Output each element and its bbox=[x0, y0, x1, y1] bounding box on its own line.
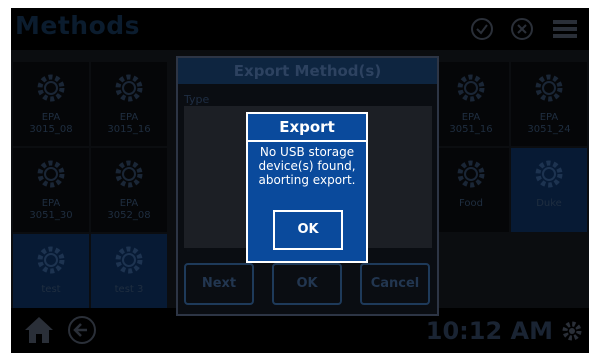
method-tile[interactable]: test bbox=[13, 234, 89, 318]
method-label: Duke bbox=[536, 198, 562, 209]
method-tile[interactable]: EPA 3051_16 bbox=[433, 62, 509, 146]
home-icon[interactable] bbox=[23, 315, 55, 349]
device-screen: Methods EPA 3015_08 EPA 3015_16 EPA 3051… bbox=[11, 8, 589, 353]
gear-icon bbox=[115, 246, 143, 274]
method-tile[interactable]: EPA 3051_24 bbox=[511, 62, 587, 146]
top-bar: Methods bbox=[11, 8, 589, 50]
menu-icon[interactable] bbox=[552, 17, 577, 41]
settings-gear-icon[interactable] bbox=[561, 320, 583, 346]
alert-ok-button[interactable]: OK bbox=[273, 210, 343, 250]
method-tile[interactable]: Duke bbox=[511, 148, 587, 232]
clock: 10:12 AM bbox=[425, 317, 553, 345]
gear-icon bbox=[115, 160, 143, 188]
alert-message: No USB storage device(s) found, aborting… bbox=[258, 145, 356, 187]
method-label: EPA 3051_24 bbox=[527, 112, 571, 135]
gear-icon bbox=[535, 74, 563, 102]
method-tile[interactable]: EPA 3052_08 bbox=[91, 148, 167, 232]
export-alert-dialog: Export No USB storage device(s) found, a… bbox=[246, 112, 368, 263]
gear-icon bbox=[457, 74, 485, 102]
method-label: test bbox=[41, 284, 61, 295]
method-tile[interactable]: test 3 bbox=[91, 234, 167, 318]
gear-icon bbox=[115, 74, 143, 102]
method-tile[interactable]: EPA 3051_30 bbox=[13, 148, 89, 232]
method-label: EPA 3015_16 bbox=[107, 112, 151, 135]
type-label: Type bbox=[184, 93, 210, 106]
method-tile[interactable]: EPA 3015_08 bbox=[13, 62, 89, 146]
cancel-button[interactable]: Cancel bbox=[360, 263, 430, 305]
gear-icon bbox=[37, 160, 65, 188]
method-label: EPA 3052_08 bbox=[107, 198, 151, 221]
page-title: Methods bbox=[15, 11, 141, 40]
method-label: EPA 3051_16 bbox=[449, 112, 493, 135]
gear-icon bbox=[37, 246, 65, 274]
method-label: test 3 bbox=[114, 284, 144, 295]
next-button[interactable]: Next bbox=[184, 263, 254, 305]
method-tile[interactable]: Food bbox=[433, 148, 509, 232]
method-tile[interactable]: EPA 3015_16 bbox=[91, 62, 167, 146]
check-circle-icon[interactable] bbox=[470, 17, 494, 41]
method-label: EPA 3051_30 bbox=[29, 198, 73, 221]
gear-icon bbox=[37, 74, 65, 102]
method-label: Food bbox=[459, 198, 483, 209]
close-circle-icon[interactable] bbox=[510, 17, 534, 41]
gear-icon bbox=[457, 160, 485, 188]
alert-title: Export bbox=[248, 114, 366, 142]
dialog-title: Export Method(s) bbox=[178, 58, 437, 84]
back-arrow-icon[interactable] bbox=[67, 315, 97, 349]
gear-icon bbox=[535, 160, 563, 188]
method-label: EPA 3015_08 bbox=[29, 112, 73, 135]
ok-button[interactable]: OK bbox=[272, 263, 342, 305]
